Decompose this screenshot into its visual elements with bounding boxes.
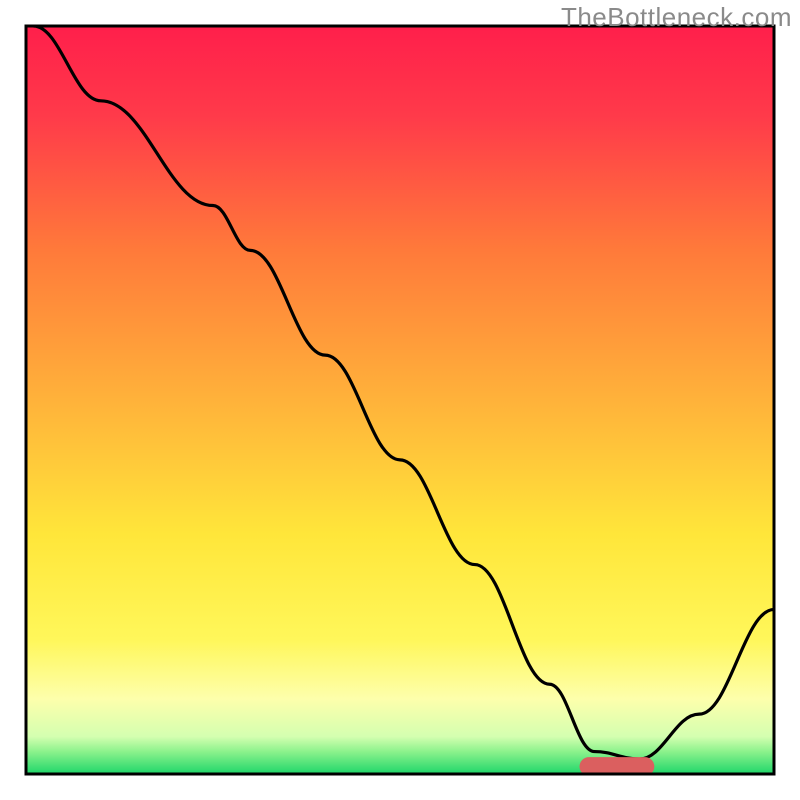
watermark-text: TheBottleneck.com: [561, 2, 792, 33]
chart-svg: [0, 0, 800, 800]
chart-background-gradient: [26, 26, 774, 774]
chart-container: TheBottleneck.com: [0, 0, 800, 800]
